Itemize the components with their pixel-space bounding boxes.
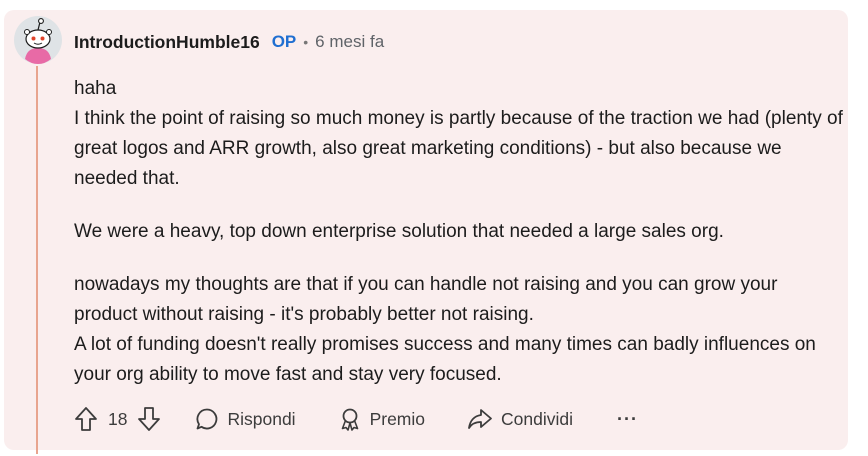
comment-paragraph: A lot of funding doesn't really promises…	[74, 334, 816, 385]
user-avatar[interactable]	[13, 15, 63, 65]
comment-actions: 18 Rispondi Premio Condividi ···	[74, 404, 638, 434]
speech-bubble-icon	[197, 408, 218, 430]
downvote-button[interactable]	[137, 406, 161, 432]
separator-dot: •	[303, 34, 309, 50]
ellipsis-icon: ···	[617, 408, 638, 429]
award-label: Premio	[369, 408, 426, 429]
snoo-avatar-icon	[14, 16, 62, 64]
award-button[interactable]: Premio	[338, 407, 425, 431]
reply-label: Rispondi	[227, 408, 296, 429]
upvote-arrow-icon	[75, 407, 97, 431]
downvote-arrow-icon	[138, 407, 161, 431]
comment-paragraph: nowadays my thoughts are that if you can…	[74, 274, 778, 325]
comment-paragraph: I think the point of raising so much mon…	[74, 108, 843, 189]
vote-count: 18	[108, 408, 128, 429]
share-button[interactable]: Condividi	[467, 407, 573, 431]
op-badge: OP	[271, 32, 297, 51]
share-arrow-icon	[468, 409, 492, 429]
page: IntroductionHumble16 OP • 6 mesi fa haha…	[0, 0, 868, 456]
thread-line[interactable]	[36, 66, 38, 454]
upvote-button[interactable]	[74, 406, 98, 432]
comment-header: IntroductionHumble16 OP • 6 mesi fa	[74, 30, 384, 54]
share-label: Condividi	[501, 408, 573, 429]
comment-paragraph: haha	[74, 78, 117, 99]
timestamp[interactable]: 6 mesi fa	[315, 32, 384, 52]
more-options-button[interactable]: ···	[617, 409, 638, 430]
comment-body: haha I think the point of raising so muc…	[74, 74, 844, 390]
comment-paragraph: We were a heavy, top down enterprise sol…	[74, 221, 724, 242]
author-name[interactable]: IntroductionHumble16	[74, 32, 260, 53]
reply-button[interactable]: Rispondi	[195, 407, 296, 431]
award-ribbon-icon	[341, 408, 358, 431]
